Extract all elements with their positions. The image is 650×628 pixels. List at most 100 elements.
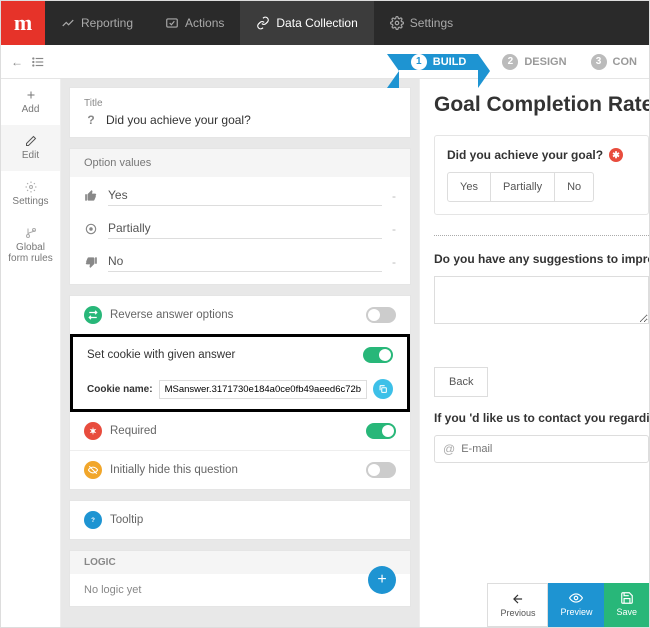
cookie-highlight-box: Set cookie with given answer Cookie name…: [70, 334, 410, 412]
nav-settings-label: Settings: [410, 16, 453, 30]
gear-icon: [25, 181, 37, 193]
option-row-partially[interactable]: -: [70, 210, 410, 243]
previous-button[interactable]: Previous: [487, 583, 548, 627]
logic-add-button[interactable]: +: [368, 566, 396, 594]
setting-required-label: Required: [110, 425, 358, 437]
step-design-label: DESIGN: [524, 56, 566, 68]
sidetab-edit[interactable]: Edit: [1, 125, 60, 171]
step-con-label: CON: [613, 56, 637, 68]
preview-button[interactable]: Preview: [548, 583, 604, 627]
setting-tooltip-label: Tooltip: [110, 514, 396, 526]
sidetab-global-label: Global form rules: [5, 242, 56, 264]
setting-reverse-label: Reverse answer options: [110, 309, 358, 321]
option-input-yes[interactable]: [108, 185, 382, 206]
title-label: Title: [84, 98, 396, 109]
step-design-num: 2: [502, 54, 518, 70]
toggle-hide[interactable]: [366, 462, 396, 478]
setting-cookie-label: Set cookie with given answer: [87, 349, 355, 361]
sidetab-settings[interactable]: Settings: [1, 171, 60, 217]
gear-icon: [390, 16, 404, 30]
footer-buttons: Previous Preview Save: [487, 583, 649, 627]
save-button[interactable]: Save: [604, 583, 649, 627]
toggle-reverse[interactable]: [366, 307, 396, 323]
toggle-cookie[interactable]: [363, 347, 393, 363]
option-input-partially[interactable]: [108, 218, 382, 239]
preview-heading: Goal Completion Rate: [434, 93, 649, 117]
logic-header: LOGIC: [70, 551, 410, 574]
answer-yes[interactable]: Yes: [448, 173, 490, 201]
eye-off-icon: [84, 461, 102, 479]
step-build-label: BUILD: [433, 56, 467, 68]
toggle-required[interactable]: [366, 423, 396, 439]
editor-panel: Title ? Did you achieve your goal? Optio…: [61, 79, 419, 627]
top-bar: m Reporting Actions Data Collection Sett…: [1, 1, 649, 45]
save-label: Save: [616, 607, 637, 617]
branch-icon: [25, 227, 37, 239]
copy-button[interactable]: [373, 379, 393, 399]
nav-reporting[interactable]: Reporting: [45, 1, 149, 45]
sidetab-add-label: Add: [22, 104, 40, 115]
divider: [434, 235, 649, 236]
options-header: Option values: [70, 149, 410, 177]
svg-text:?: ?: [91, 517, 95, 524]
question-title[interactable]: Did you achieve your goal?: [106, 113, 251, 127]
question-mark-icon: ?: [84, 113, 98, 127]
nav-settings[interactable]: Settings: [374, 1, 469, 45]
save-icon: [620, 591, 634, 605]
logic-empty-text: No logic yet: [84, 584, 141, 596]
setting-hide-label: Initially hide this question: [110, 464, 358, 476]
step-bar: ← 1 BUILD 2 DESIGN 3 CON: [1, 45, 649, 79]
step-con-num: 3: [591, 54, 607, 70]
option-remove[interactable]: -: [392, 222, 396, 236]
previous-label: Previous: [500, 608, 535, 618]
setting-cookie: Set cookie with given answer: [73, 337, 407, 373]
option-input-no[interactable]: [108, 251, 382, 272]
back-arrow-icon[interactable]: ←: [11, 55, 23, 69]
answer-partially[interactable]: Partially: [490, 173, 554, 201]
side-tabs: Add Edit Settings Global form rules: [1, 79, 61, 627]
check-icon: [165, 16, 179, 30]
sidetab-add[interactable]: Add: [1, 79, 60, 125]
preview-q3-text: If you 'd like us to contact you regardi…: [434, 411, 649, 425]
nav-actions-label: Actions: [185, 16, 224, 30]
option-remove[interactable]: -: [392, 189, 396, 203]
preview-q1-text: Did you achieve your goal?: [447, 148, 603, 162]
top-nav: Reporting Actions Data Collection Settin…: [45, 1, 469, 45]
setting-tooltip[interactable]: ? Tooltip: [70, 501, 410, 539]
setting-hide: Initially hide this question: [70, 450, 410, 489]
sidetab-global-rules[interactable]: Global form rules: [1, 217, 60, 274]
email-input[interactable]: [461, 443, 640, 455]
option-row-yes[interactable]: -: [70, 177, 410, 210]
suggestions-textarea[interactable]: [434, 276, 649, 324]
option-row-no[interactable]: -: [70, 243, 410, 284]
option-remove[interactable]: -: [392, 255, 396, 269]
back-button[interactable]: Back: [434, 367, 488, 397]
preview-q2-text: Do you have any suggestions to improve o…: [434, 252, 649, 266]
nav-reporting-label: Reporting: [81, 16, 133, 30]
preview-label: Preview: [560, 607, 592, 617]
reverse-icon: [84, 306, 102, 324]
logo[interactable]: m: [1, 1, 45, 45]
preview-question-card: Did you achieve your goal? ✱ Yes Partial…: [434, 135, 649, 215]
pencil-icon: [25, 135, 37, 147]
required-star-icon: ✱: [609, 148, 623, 162]
plus-icon: [25, 89, 37, 101]
step-build[interactable]: 1 BUILD: [399, 54, 479, 70]
step-con[interactable]: 3 CON: [579, 54, 649, 70]
step-design[interactable]: 2 DESIGN: [490, 54, 578, 70]
cookie-name-input[interactable]: [159, 380, 367, 399]
arrow-left-icon: [511, 592, 525, 606]
cookie-name-label: Cookie name:: [87, 384, 153, 395]
copy-icon: [378, 384, 388, 394]
circle-dot-icon: [84, 222, 98, 236]
question-icon: ?: [84, 511, 102, 529]
setting-reverse: Reverse answer options: [70, 296, 410, 334]
nav-data-collection[interactable]: Data Collection: [240, 1, 373, 45]
answer-no[interactable]: No: [554, 173, 593, 201]
nav-actions[interactable]: Actions: [149, 1, 240, 45]
nav-data-collection-label: Data Collection: [276, 16, 357, 30]
setting-required: Required: [70, 412, 410, 450]
list-icon[interactable]: [31, 55, 45, 69]
eye-icon: [569, 591, 583, 605]
thumbs-down-icon: [84, 255, 98, 269]
